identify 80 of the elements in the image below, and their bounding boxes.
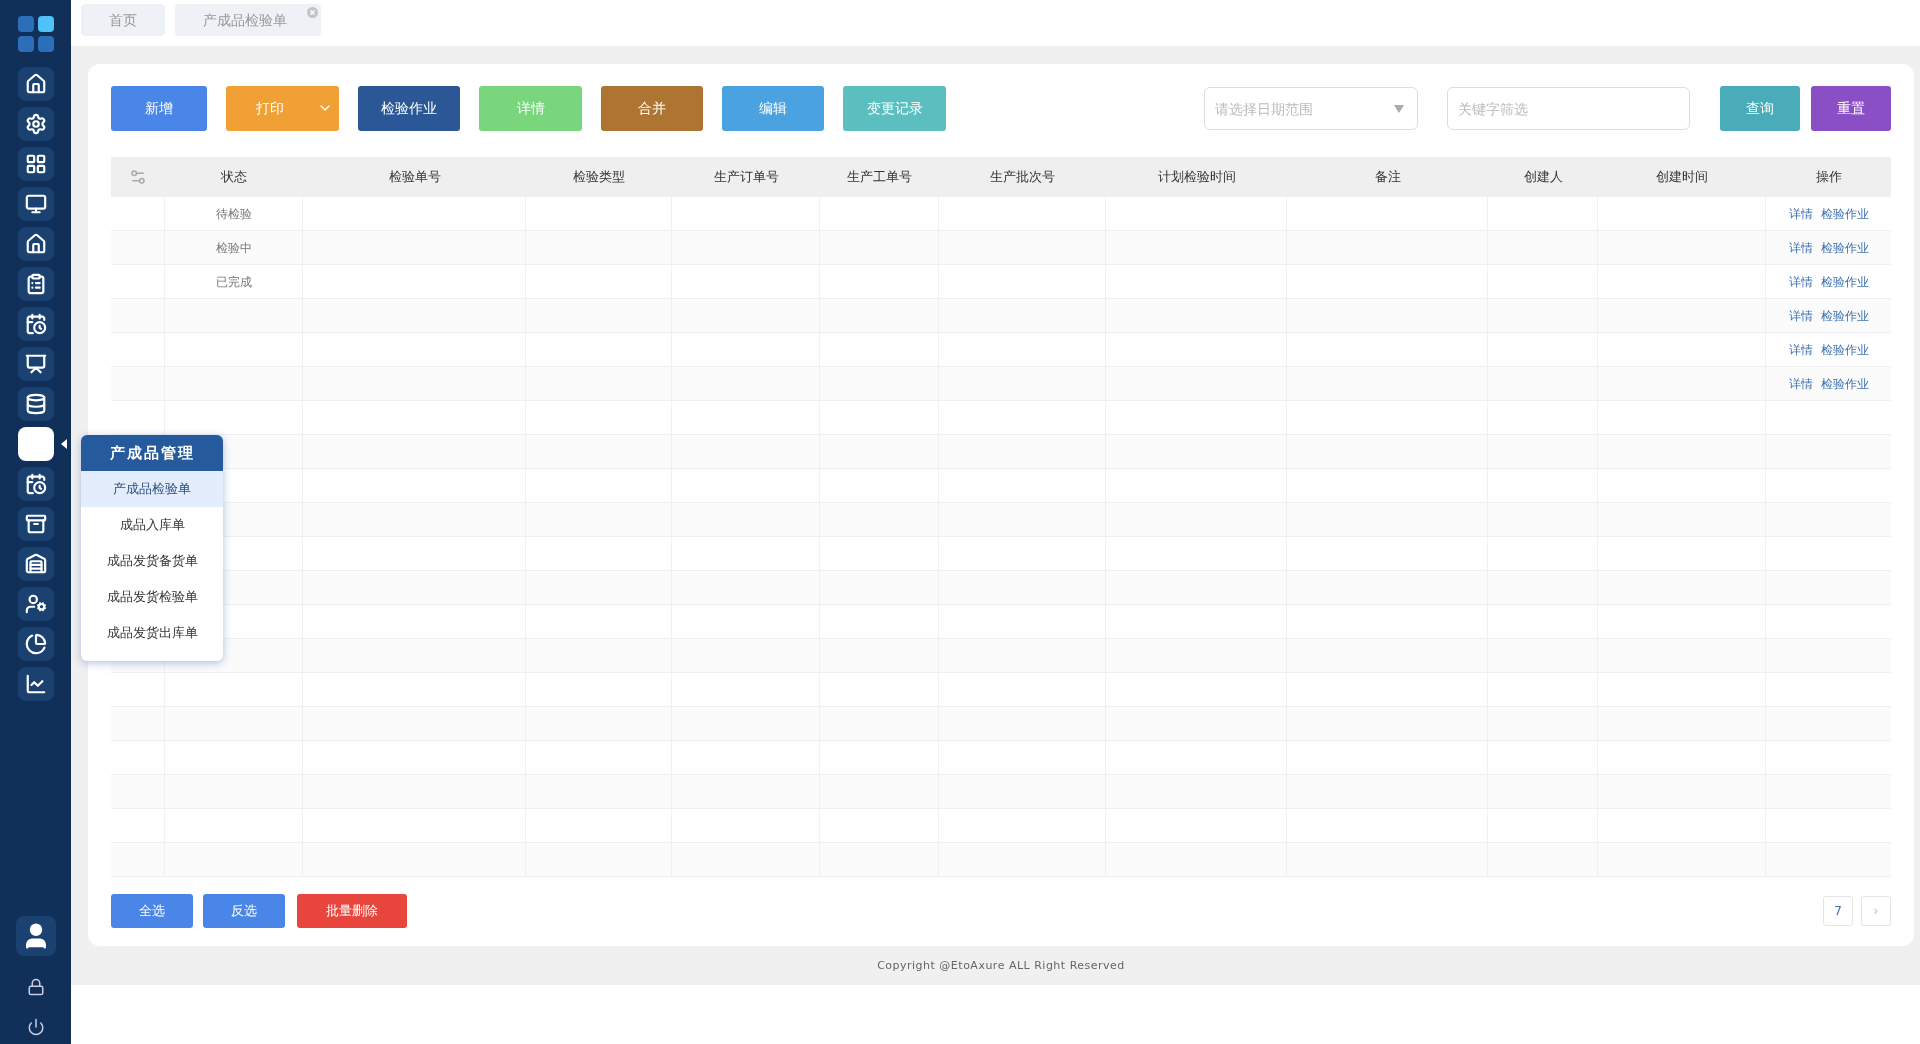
row-action-link[interactable]: 检验作业 — [1820, 206, 1869, 222]
status-text: 待检验 — [216, 207, 252, 221]
menu-title: 产成品管理 — [81, 435, 223, 471]
column-header: 生产订单号 — [713, 168, 779, 186]
column-header: 备注 — [1374, 168, 1401, 186]
sidebar-item[interactable] — [17, 507, 54, 541]
page-button[interactable]: 7 — [1823, 896, 1853, 926]
toolbar-button[interactable]: 新增 — [111, 86, 207, 131]
user-avatar[interactable] — [15, 916, 56, 956]
row-action-link[interactable]: 详情 — [1788, 206, 1813, 222]
house-icon — [24, 233, 47, 255]
sidebar-item[interactable] — [17, 347, 54, 381]
grid-icon — [24, 153, 47, 175]
pointer-icon — [60, 439, 67, 449]
menu-item[interactable]: 成品发货备货单 — [81, 543, 223, 579]
copyright-text: Copyright @EtoAxure ALL Right Reserved — [876, 958, 1126, 974]
row-action-link[interactable]: 详情 — [1788, 240, 1813, 256]
sidebar-item[interactable] — [17, 667, 54, 701]
column-header: 生产工单号 — [847, 168, 912, 186]
lock-icon[interactable] — [26, 978, 45, 996]
column-header: 检验单号 — [388, 168, 441, 186]
action-button[interactable]: 查询 — [1720, 86, 1800, 131]
calendar-icon — [24, 473, 47, 495]
bulk-button[interactable]: 批量删除 — [297, 894, 407, 928]
status-text: 检验中 — [216, 241, 252, 255]
column-header: 创建人 — [1523, 168, 1563, 186]
toolbar-button[interactable]: 编辑 — [722, 86, 824, 131]
home-icon — [24, 73, 47, 95]
sidebar-item[interactable] — [17, 227, 54, 261]
sidebar-item[interactable] — [17, 387, 54, 421]
row-action-link[interactable]: 检验作业 — [1820, 240, 1869, 256]
sidebar-item[interactable] — [17, 467, 54, 501]
menu-item[interactable]: 成品发货检验单 — [81, 579, 223, 615]
column-header: 计划检验时间 — [1157, 168, 1236, 186]
sidebar-item[interactable] — [17, 267, 54, 301]
toolbar-button[interactable]: 检验作业 — [358, 86, 460, 131]
line-chart-icon — [24, 673, 47, 695]
archive-icon — [24, 513, 47, 535]
keyword-field[interactable]: 关键字筛选 — [1447, 87, 1690, 130]
sidebar-item[interactable] — [17, 67, 54, 101]
row-action-link[interactable]: 检验作业 — [1820, 342, 1869, 358]
warehouse-icon — [24, 553, 47, 575]
status-text: 已完成 — [216, 275, 252, 289]
column-header: 操作 — [1815, 168, 1842, 186]
column-header: 状态 — [221, 168, 247, 186]
menu-item[interactable]: 成品入库单 — [81, 507, 223, 543]
row-action-link[interactable]: 详情 — [1788, 342, 1813, 358]
bulk-button[interactable]: 全选 — [111, 894, 193, 928]
dropdown-icon — [1394, 105, 1404, 113]
calendar-icon — [24, 313, 47, 335]
row-action-link[interactable]: 详情 — [1788, 376, 1813, 392]
row-action-link[interactable]: 详情 — [1788, 308, 1813, 324]
column-header: 创建时间 — [1656, 168, 1708, 186]
user-gear-icon — [24, 593, 47, 615]
sidebar-item[interactable] — [17, 427, 54, 461]
date-range-field[interactable]: 请选择日期范围 — [1204, 87, 1418, 130]
database-icon — [24, 393, 47, 415]
row-action-link[interactable]: 检验作业 — [1820, 376, 1869, 392]
row-action-link[interactable]: 检验作业 — [1820, 308, 1869, 324]
power-icon[interactable] — [26, 1018, 45, 1036]
presentation-icon — [24, 353, 47, 375]
sidebar-item[interactable] — [17, 147, 54, 181]
sidebar-item[interactable] — [17, 587, 54, 621]
row-action-link[interactable]: 详情 — [1788, 274, 1813, 290]
sidebar-item[interactable] — [17, 627, 54, 661]
sidebar-item[interactable] — [17, 187, 54, 221]
logo-icon — [15, 14, 56, 54]
action-button[interactable]: 重置 — [1811, 86, 1891, 131]
menu-item[interactable]: 成品发货出库单 — [81, 615, 223, 651]
column-header: 检验类型 — [573, 168, 625, 186]
menu-item[interactable]: 产成品检验单 — [81, 471, 223, 507]
bulk-button[interactable]: 反选 — [203, 894, 285, 928]
row-action-link[interactable]: 检验作业 — [1820, 274, 1869, 290]
sidebar-item[interactable] — [17, 547, 54, 581]
sidebar-item[interactable] — [17, 307, 54, 341]
toolbar-button[interactable]: 合并 — [601, 86, 703, 131]
pie-chart-icon — [24, 633, 47, 655]
column-header: 生产批次号 — [990, 168, 1055, 186]
monitor-icon — [24, 193, 47, 215]
sidebar-item[interactable] — [17, 107, 54, 141]
